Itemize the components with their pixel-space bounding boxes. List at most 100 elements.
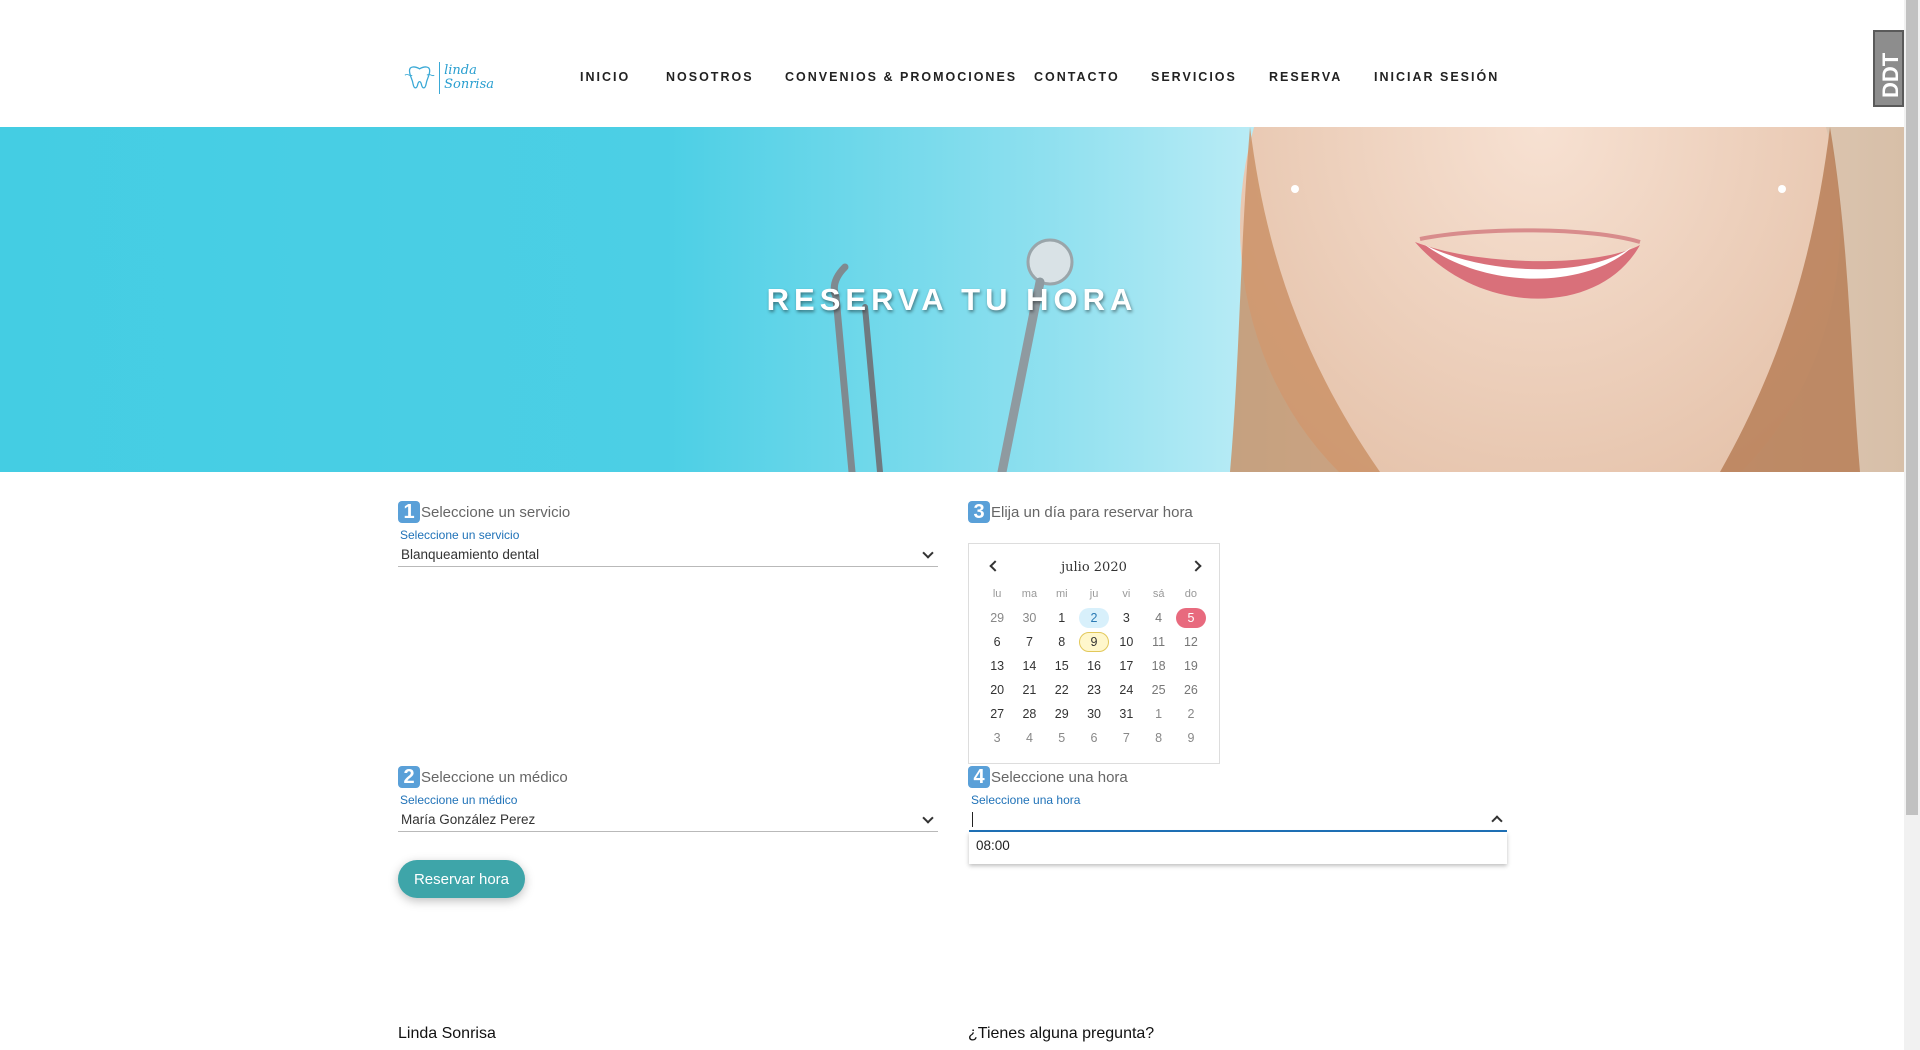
calendar-day[interactable]: 28 <box>1013 702 1045 726</box>
calendar-day-number: 23 <box>1087 683 1101 697</box>
calendar-day[interactable]: 14 <box>1013 654 1045 678</box>
nav-reserva[interactable]: RESERVA <box>1269 70 1342 84</box>
calendar-day[interactable]: 18 <box>1142 654 1174 678</box>
nav-nosotros[interactable]: NOSOTROS <box>666 70 754 84</box>
logo-line-2: Sonrisa <box>444 77 494 92</box>
calendar-day[interactable]: 3 <box>1110 606 1142 630</box>
calendar-day-number: 29 <box>990 611 1005 625</box>
calendar-day-number: 10 <box>1119 635 1134 649</box>
calendar-day[interactable]: 31 <box>1110 702 1142 726</box>
calendar-day-number: 11 <box>1152 635 1166 649</box>
page-scrollbar[interactable] <box>1904 0 1920 1050</box>
calendar-day[interactable]: 1 <box>1046 606 1078 630</box>
doctor-select[interactable]: María González Perez <box>398 808 938 832</box>
calendar-day[interactable]: 8 <box>1046 630 1078 654</box>
chevron-down-icon <box>922 547 934 559</box>
calendar-day[interactable]: 30 <box>1013 606 1045 630</box>
calendar-day[interactable]: 16 <box>1078 654 1110 678</box>
calendar-day[interactable]: 7 <box>1013 630 1045 654</box>
calendar-day[interactable]: 6 <box>1078 726 1110 750</box>
calendar-day[interactable]: 29 <box>981 606 1013 630</box>
calendar-day[interactable]: 1 <box>1142 702 1174 726</box>
calendar-day[interactable]: 12 <box>1175 630 1207 654</box>
calendar-day-number: 15 <box>1054 659 1069 673</box>
step-number: 3 <box>968 501 990 523</box>
scrollbar-thumb[interactable] <box>1906 0 1918 815</box>
calendar-day-number: 14 <box>1022 659 1037 673</box>
calendar-day[interactable]: 19 <box>1175 654 1207 678</box>
calendar-day[interactable]: 22 <box>1046 678 1078 702</box>
calendar-day[interactable]: 24 <box>1110 678 1142 702</box>
calendar-day[interactable]: 10 <box>1110 630 1142 654</box>
calendar-day[interactable]: 15 <box>1046 654 1078 678</box>
date-picker: julio 2020 lu ma mi ju vi sá do 29 30 1 2 3 4 5 6 7 8 9 10… <box>968 543 1220 764</box>
chevron-up-icon <box>1491 815 1503 827</box>
step-label: Seleccione un servicio <box>421 503 571 521</box>
calendar-day[interactable]: 29 <box>1046 702 1078 726</box>
calendar-day-number: 27 <box>990 707 1005 721</box>
weekday-header: ma <box>1021 588 1038 600</box>
time-select[interactable] <box>969 808 1507 832</box>
logo-line-1: linda <box>444 63 477 78</box>
calendar-day[interactable]: 25 <box>1142 678 1174 702</box>
calendar-grid: lu ma mi ju vi sá do 29 30 1 2 3 4 5 6 7 8 9 10 11 12 13 14 15 1… <box>981 588 1207 750</box>
tooth-icon <box>404 66 435 89</box>
calendar-day[interactable]: 7 <box>1110 726 1142 750</box>
calendar-day[interactable]: 3 <box>981 726 1013 750</box>
footer-question: ¿Tienes alguna pregunta? <box>968 1025 1155 1042</box>
nav-iniciar-sesion[interactable]: INICIAR SESIÓN <box>1374 70 1499 84</box>
weekday-header: do <box>1184 588 1198 600</box>
calendar-day[interactable]: 20 <box>981 678 1013 702</box>
reserve-button[interactable]: Reservar hora <box>398 860 525 898</box>
step-label: Seleccione una hora <box>991 768 1128 786</box>
calendar-day[interactable]: 2 <box>1175 702 1207 726</box>
calendar-day-number: 25 <box>1151 683 1166 697</box>
calendar-day[interactable]: 5 <box>1175 606 1207 630</box>
nav-contacto[interactable]: CONTACTO <box>1034 70 1120 84</box>
calendar-day-number: 30 <box>1087 707 1101 721</box>
calendar-day-number: 2 <box>1187 707 1195 721</box>
service-select[interactable]: Blanqueamiento dental <box>398 543 938 567</box>
calendar-day[interactable]: 6 <box>981 630 1013 654</box>
calendar-day[interactable]: 17 <box>1110 654 1142 678</box>
step-number: 4 <box>968 766 990 788</box>
calendar-day-number: 8 <box>1058 635 1066 649</box>
time-option[interactable]: 08:00 <box>976 838 1500 853</box>
calendar-day[interactable]: 5 <box>1046 726 1078 750</box>
extension-badge[interactable]: DDT <box>1873 30 1904 107</box>
calendar-day[interactable]: 4 <box>1142 606 1174 630</box>
logo[interactable]: linda Sonrisa <box>404 56 494 100</box>
calendar-day[interactable]: 23 <box>1078 678 1110 702</box>
calendar-day-number: 12 <box>1183 635 1198 649</box>
calendar-day[interactable]: 21 <box>1013 678 1045 702</box>
nav-inicio[interactable]: INICIO <box>580 70 630 84</box>
calendar-day-number: 7 <box>1025 635 1033 649</box>
calendar-day-number: 29 <box>1054 707 1069 721</box>
calendar-day[interactable]: 2 <box>1078 606 1110 630</box>
calendar-day-number: 28 <box>1022 707 1037 721</box>
logo-divider <box>439 62 441 94</box>
calendar-day[interactable]: 8 <box>1142 726 1174 750</box>
calendar-day-number: 18 <box>1151 659 1166 673</box>
calendar-day[interactable]: 26 <box>1175 678 1207 702</box>
calendar-header: julio 2020 <box>969 558 1219 578</box>
calendar-day[interactable]: 4 <box>1013 726 1045 750</box>
calendar-day[interactable]: 27 <box>981 702 1013 726</box>
step-number: 1 <box>398 501 420 523</box>
weekday-header: ju <box>1089 588 1099 600</box>
calendar-day-number: 17 <box>1119 659 1134 673</box>
nav-servicios[interactable]: SERVICIOS <box>1151 70 1237 84</box>
calendar-day[interactable]: 9 <box>1175 726 1207 750</box>
calendar-day[interactable]: 11 <box>1142 630 1174 654</box>
calendar-day-number: 6 <box>1090 731 1098 745</box>
nav-convenios-promociones[interactable]: CONVENIOS & PROMOCIONES <box>785 70 1017 84</box>
calendar-day[interactable]: 9 <box>1078 630 1110 654</box>
calendar-day-number: 2 <box>1079 608 1110 628</box>
calendar-day-number: 21 <box>1022 683 1037 697</box>
calendar-day[interactable]: 13 <box>981 654 1013 678</box>
weekday-header: lu <box>992 588 1002 600</box>
text-caret <box>972 811 973 827</box>
calendar-day[interactable]: 30 <box>1078 702 1110 726</box>
doctor-select-label: Seleccione un médico <box>400 793 518 807</box>
calendar-day-number: 13 <box>990 659 1005 673</box>
